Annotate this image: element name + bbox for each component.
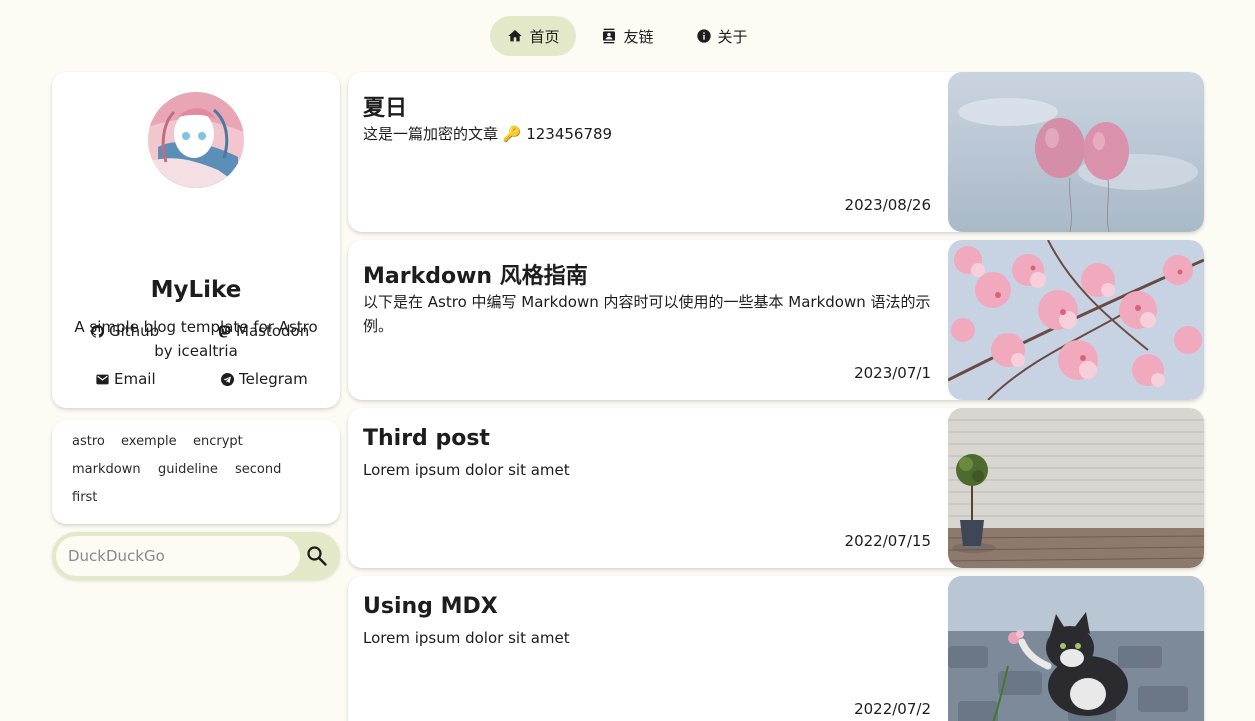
telegram-icon — [221, 372, 234, 386]
post-card[interactable]: Third post Lorem ipsum dolor sit amet 20… — [348, 408, 1204, 568]
tag-item[interactable]: astro — [72, 434, 105, 449]
tag-item[interactable]: guideline — [158, 462, 218, 477]
search-icon[interactable] — [305, 544, 329, 568]
email-link[interactable]: Email — [96, 370, 156, 388]
post-image-kitten[interactable] — [948, 576, 1204, 721]
tag-item[interactable]: first — [72, 490, 97, 505]
profile-name: MyLike — [150, 277, 242, 303]
mastodon-icon — [218, 324, 231, 338]
profile-card: MyLike A simple blog template for Astro … — [52, 72, 340, 408]
home-icon — [508, 30, 523, 42]
post-date: 2022/07/15 — [844, 532, 931, 550]
post-card[interactable]: Markdown 风格指南 以下是在 Astro 中编写 Markdown 内容… — [348, 240, 1204, 400]
link-label: Email — [114, 370, 156, 388]
post-title[interactable]: Third post — [363, 426, 490, 451]
post-description: Lorem ipsum dolor sit amet — [363, 461, 570, 479]
nav-item-label: 关于 — [717, 27, 748, 46]
post-card[interactable]: 夏日 这是一篇加密的文章 🔑 123456789 2023/08/26 — [348, 72, 1204, 232]
github-link[interactable]: Github — [91, 322, 159, 340]
tag-item[interactable]: encrypt — [193, 434, 243, 449]
post-date: 2023/08/26 — [844, 196, 931, 214]
post-image-brick-wall[interactable] — [948, 408, 1204, 568]
nav-item-about[interactable]: 关于 — [679, 16, 765, 56]
nav-item-friends[interactable]: 友链 — [584, 16, 670, 56]
link-label: Telegram — [239, 370, 308, 388]
tag-item[interactable]: exemple — [121, 434, 177, 449]
search-bar — [52, 532, 340, 580]
search-input[interactable] — [56, 536, 300, 576]
post-title[interactable]: 夏日 — [363, 90, 407, 122]
post-title[interactable]: Markdown 风格指南 — [363, 258, 588, 290]
contacts-icon — [603, 28, 616, 44]
telegram-link[interactable]: Telegram — [221, 370, 308, 388]
post-title[interactable]: Using MDX — [363, 594, 498, 619]
post-image-cherry-blossoms[interactable] — [948, 240, 1204, 400]
post-description: 这是一篇加密的文章 🔑 123456789 — [363, 125, 613, 143]
nav-item-home[interactable]: 首页 — [490, 16, 577, 56]
post-image-balloons[interactable] — [948, 72, 1204, 232]
avatar — [148, 92, 244, 188]
top-nav: 首页 友链 关于 — [0, 16, 1255, 56]
github-icon — [91, 324, 104, 338]
post-description: 以下是在 Astro 中编写 Markdown 内容时可以使用的一些基本 Mar… — [363, 293, 931, 335]
tag-item[interactable]: second — [235, 462, 281, 477]
tag-cloud: astro exemple encrypt markdown guideline… — [52, 420, 340, 524]
post-date: 2022/07/2 — [854, 700, 931, 718]
link-label: Github — [109, 322, 160, 340]
post-date: 2023/07/1 — [854, 364, 931, 382]
info-icon — [696, 29, 711, 43]
email-icon — [96, 374, 109, 384]
post-description: Lorem ipsum dolor sit amet — [363, 629, 570, 647]
nav-item-label: 友链 — [623, 27, 654, 46]
post-card[interactable]: Using MDX Lorem ipsum dolor sit amet 202… — [348, 576, 1204, 721]
nav-item-label: 首页 — [529, 27, 560, 46]
tag-item[interactable]: markdown — [72, 462, 141, 477]
mastodon-link[interactable]: Mastodon — [218, 322, 309, 340]
link-label: Mastodon — [236, 322, 310, 340]
